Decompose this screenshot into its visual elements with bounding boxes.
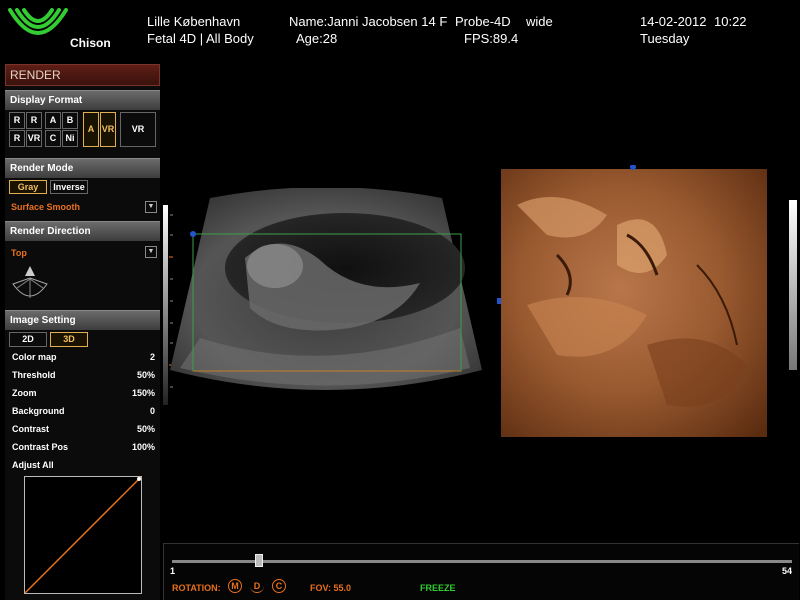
format-vr-full[interactable]: VR xyxy=(120,112,156,147)
setting-contrast[interactable]: Contrast 50% xyxy=(12,424,155,440)
hospital-name: Lille København xyxy=(147,14,241,29)
setting-label: Threshold xyxy=(12,370,56,380)
fps-readout: FPS:89.4 xyxy=(464,31,519,46)
rotation-m-label: M xyxy=(231,581,239,591)
rotation-d-label: D xyxy=(253,581,261,591)
format-a[interactable]: A xyxy=(45,112,61,129)
format-r1[interactable]: R xyxy=(9,112,25,129)
probe-label: Probe-4D xyxy=(455,14,511,29)
setting-value: 50% xyxy=(136,424,155,434)
curve-editor[interactable] xyxy=(24,476,142,594)
setting-value: 0 xyxy=(149,406,155,416)
rotation-m-button[interactable]: M xyxy=(228,579,242,593)
format-r2[interactable]: R xyxy=(26,112,42,129)
gray-mode-button[interactable]: Gray xyxy=(9,180,47,194)
rotation-c-label: C xyxy=(275,581,283,591)
format-ni[interactable]: Ni xyxy=(62,130,78,147)
rotation-label: ROTATION: xyxy=(172,583,221,593)
format-c[interactable]: C xyxy=(45,130,61,147)
cine-control-bar: 1 54 ROTATION: M D C FOV: 55.0 FREEZE xyxy=(163,543,799,600)
chevron-down-icon: ▼ xyxy=(147,203,155,210)
header-bar: Chison Lille København Name:Janni Jacobs… xyxy=(0,0,800,62)
roi-handle[interactable] xyxy=(190,231,196,237)
surface-mode-value: Surface Smooth xyxy=(11,202,81,212)
freeze-status[interactable]: FREEZE xyxy=(420,583,456,593)
setting-value: 100% xyxy=(131,442,155,452)
setting-contrast-pos[interactable]: Contrast Pos 100% xyxy=(12,442,155,458)
gray-scale-bar xyxy=(789,200,797,370)
setting-color-map[interactable]: Color map 2 xyxy=(12,352,155,368)
patient-age: Age:28 xyxy=(296,31,338,46)
probe-mode: wide xyxy=(526,14,553,29)
chevron-down-icon: ▼ xyxy=(147,248,155,255)
curve-handle[interactable] xyxy=(137,477,141,481)
setting-label: Contrast Pos xyxy=(12,442,69,452)
render-3d-image[interactable] xyxy=(497,165,767,437)
setting-value: 2 xyxy=(149,352,155,362)
rotation-handle-left[interactable] xyxy=(497,298,501,304)
setting-label: Color map xyxy=(12,352,57,362)
b-mode-image[interactable] xyxy=(170,188,482,400)
cine-slider-track[interactable] xyxy=(172,560,792,563)
render-mode-title: Render Mode xyxy=(5,158,160,178)
slider-min-label: 1 xyxy=(170,566,176,576)
patient-name: Name:Janni Jacobsen 14 F xyxy=(289,14,448,29)
surface-mode-dropdown[interactable]: ▼ xyxy=(145,201,157,213)
mode-2d-button[interactable]: 2D xyxy=(9,332,47,347)
display-format-title: Display Format xyxy=(5,90,160,110)
setting-background[interactable]: Background 0 xyxy=(12,406,155,422)
fov-readout: FOV: 55.0 xyxy=(310,583,352,593)
slider-max-label: 54 xyxy=(782,566,793,576)
time-label: 10:22 xyxy=(714,14,747,29)
panel-title: RENDER xyxy=(5,64,160,86)
format-a-selected[interactable]: A xyxy=(83,112,99,147)
brand-name: Chison xyxy=(70,36,111,50)
adjust-all-label: Adjust All xyxy=(12,460,155,476)
rotation-d-button[interactable]: D xyxy=(250,579,264,593)
format-vr-small[interactable]: VR xyxy=(26,130,42,147)
inverse-mode-button[interactable]: Inverse xyxy=(50,180,88,194)
setting-label: Adjust All xyxy=(12,460,54,470)
render-direction-dropdown[interactable]: ▼ xyxy=(145,246,157,258)
setting-label: Background xyxy=(12,406,65,416)
setting-value: 50% xyxy=(136,370,155,380)
setting-threshold[interactable]: Threshold 50% xyxy=(12,370,155,386)
render-direction-title: Render Direction xyxy=(5,221,160,241)
cine-slider-thumb[interactable] xyxy=(254,554,263,567)
image-setting-title: Image Setting xyxy=(5,310,160,330)
mode-3d-button[interactable]: 3D xyxy=(50,332,88,347)
exam-preset: Fetal 4D | All Body xyxy=(147,31,254,46)
render-direction-value: Top xyxy=(11,248,27,258)
format-b[interactable]: B xyxy=(62,112,78,129)
setting-label: Contrast xyxy=(12,424,50,434)
render-direction-icon[interactable] xyxy=(11,262,49,302)
weekday-label: Tuesday xyxy=(640,31,690,46)
format-vr-selected[interactable]: VR xyxy=(100,112,116,147)
setting-label: Zoom xyxy=(12,388,37,398)
render-panel: RENDER Display Format R R A B R VR C Ni … xyxy=(5,64,160,600)
date-label: 14-02-2012 xyxy=(640,14,707,29)
setting-value: 150% xyxy=(131,388,155,398)
rotation-c-button[interactable]: C xyxy=(272,579,286,593)
display-format-group: R R A B R VR C Ni A VR VR xyxy=(5,110,160,154)
setting-zoom[interactable]: Zoom 150% xyxy=(12,388,155,404)
format-r3[interactable]: R xyxy=(9,130,25,147)
